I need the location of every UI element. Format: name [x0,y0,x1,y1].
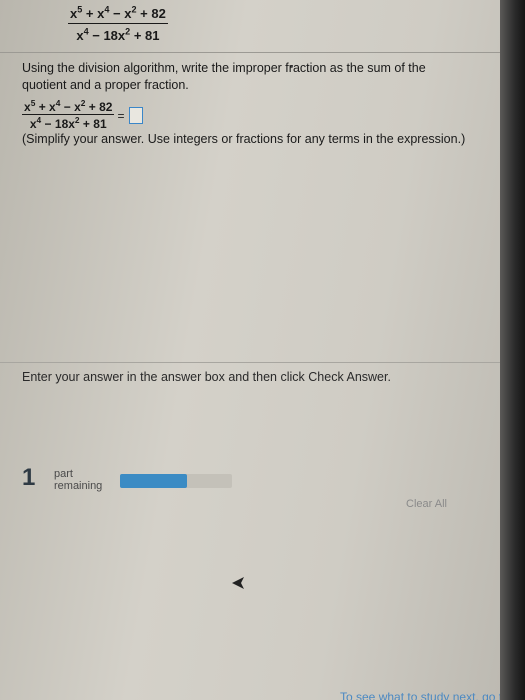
fraction-numerator: x5 + x4 − x2 + 82 [68,5,168,24]
equation-denominator: x4 − 18x2 + 81 [29,115,107,131]
divider [0,52,500,53]
progress-bar [120,474,232,488]
clear-all-button[interactable]: Clear All [406,498,447,510]
divider-bottom [0,362,500,363]
parts-label: part remaining [54,468,103,492]
equation-fraction: x5 + x4 − x2 + 82 x4 − 18x2 + 81 [22,98,115,131]
equals-sign: = [117,108,125,123]
fraction-denominator: x4 − 18x2 + 81 [76,26,160,43]
equation-row: x5 + x4 − x2 + 82 x4 − 18x2 + 81 = [22,98,143,131]
instructions-text: Using the division algorithm, write the … [22,61,426,92]
enter-answer-message: Enter your answer in the answer box and … [22,370,391,384]
screen-bezel [500,0,525,700]
progress-bar-fill [120,474,188,488]
parts-count: 1 [22,464,36,491]
improper-fraction: x5 + x4 − x2 + 82 x4 − 18x2 + 81 [68,5,168,43]
hint-text: (Simplify your answer. Use integers or f… [22,132,466,146]
problem-page: x5 + x4 − x2 + 82 x4 − 18x2 + 81 Using t… [0,0,500,700]
mouse-pointer-icon [232,577,244,589]
answer-input-box[interactable] [128,107,143,124]
expression-display: x5 + x4 − x2 + 82 x4 − 18x2 + 81 [68,5,168,43]
study-plan-link[interactable]: To see what to study next, go to your St… [340,690,500,700]
equation-numerator: x5 + x4 − x2 + 82 [22,98,115,115]
